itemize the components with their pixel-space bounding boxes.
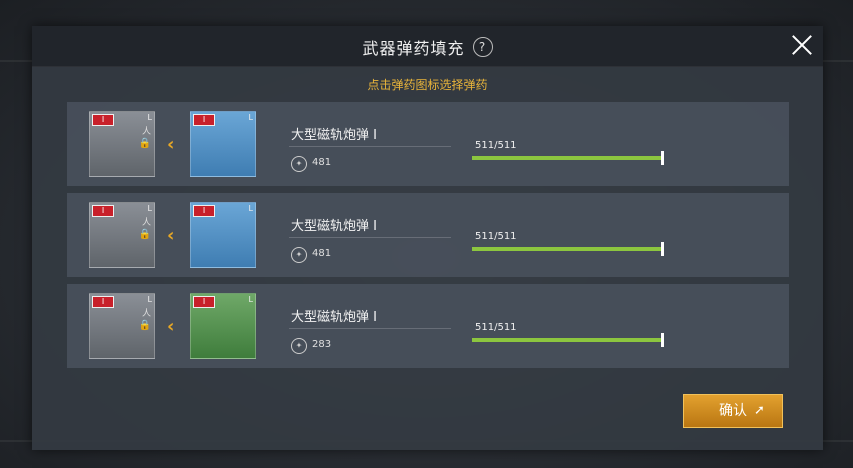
hint-text: 点击弹药图标选择弹药	[367, 78, 488, 92]
ammo-name: 大型磁轨炮弹 I	[291, 219, 377, 234]
ammo-count-icon: ✦	[291, 156, 307, 172]
lock-icon: 🔒	[138, 229, 151, 240]
ammo-refill-dialog: 武器弹药填充 ? 点击弹药图标选择弹药 I L 人 🔒 ‹ I L 大型磁轨炮弹…	[32, 26, 823, 450]
ammo-select-icon[interactable]: I L	[190, 293, 256, 359]
ammo-row-2: I L 人 🔒 ‹ I L 大型磁轨炮弹 I ✦ 481 511/511	[67, 193, 789, 277]
chevron-left-icon: ‹	[167, 316, 175, 337]
ammo-select-icon[interactable]: I L	[190, 111, 256, 177]
close-icon[interactable]	[789, 32, 815, 58]
divider	[289, 237, 451, 238]
confirm-button[interactable]: 确认	[683, 394, 783, 428]
capacity-slider-handle[interactable]	[661, 333, 664, 347]
ammo-count-icon: ✦	[291, 338, 307, 354]
ammo-name: 大型磁轨炮弹 I	[291, 128, 377, 143]
mouse-cursor-icon: ➚	[754, 403, 765, 418]
size-label: L	[147, 113, 152, 122]
capacity-slider-fill	[472, 156, 662, 160]
dialog-title: 武器弹药填充	[362, 39, 465, 58]
ammo-row-3: I L 人 🔒 ‹ I L 大型磁轨炮弹 I ✦ 283 511/511	[67, 284, 789, 368]
chevron-left-icon: ‹	[167, 225, 175, 246]
size-label: L	[248, 113, 253, 122]
dialog-title-wrap: 武器弹药填充 ?	[32, 35, 823, 59]
divider	[289, 328, 451, 329]
ammo-count: 481	[312, 157, 332, 168]
size-label: L	[147, 295, 152, 304]
stack-icon: 人	[141, 218, 151, 228]
lock-icon: 🔒	[138, 138, 151, 149]
stack-icon: 人	[141, 309, 151, 319]
capacity-slider-track[interactable]	[472, 156, 662, 160]
tier-badge: I	[92, 296, 114, 308]
weapon-slot-icon[interactable]: I L 人 🔒	[89, 202, 155, 268]
tier-badge: I	[193, 205, 215, 217]
ammo-count-icon: ✦	[291, 247, 307, 263]
ammo-count: 283	[312, 339, 332, 350]
capacity-slider-fill	[472, 338, 662, 342]
capacity-slider-track[interactable]	[472, 338, 662, 342]
capacity-label: 511/511	[475, 231, 517, 242]
stack-icon: 人	[141, 127, 151, 137]
capacity-label: 511/511	[475, 322, 517, 333]
size-label: L	[248, 295, 253, 304]
help-icon[interactable]: ?	[472, 37, 493, 57]
capacity-slider-handle[interactable]	[661, 242, 664, 256]
capacity-label: 511/511	[475, 140, 517, 151]
ammo-select-icon[interactable]: I L	[190, 202, 256, 268]
chevron-left-icon: ‹	[167, 134, 175, 155]
tier-badge: I	[92, 205, 114, 217]
divider	[289, 146, 451, 147]
tier-badge: I	[92, 114, 114, 126]
tier-badge: I	[193, 114, 215, 126]
tier-badge: I	[193, 296, 215, 308]
ammo-count: 481	[312, 248, 332, 259]
size-label: L	[147, 204, 152, 213]
ammo-row-1: I L 人 🔒 ‹ I L 大型磁轨炮弹 I ✦ 481 511/511	[67, 102, 789, 186]
ammo-name: 大型磁轨炮弹 I	[291, 310, 377, 325]
lock-icon: 🔒	[138, 320, 151, 331]
capacity-slider-track[interactable]	[472, 247, 662, 251]
weapon-slot-icon[interactable]: I L 人 🔒	[89, 111, 155, 177]
capacity-slider-handle[interactable]	[661, 151, 664, 165]
capacity-slider-fill	[472, 247, 662, 251]
size-label: L	[248, 204, 253, 213]
weapon-slot-icon[interactable]: I L 人 🔒	[89, 293, 155, 359]
dialog-header: 武器弹药填充 ?	[32, 26, 823, 67]
